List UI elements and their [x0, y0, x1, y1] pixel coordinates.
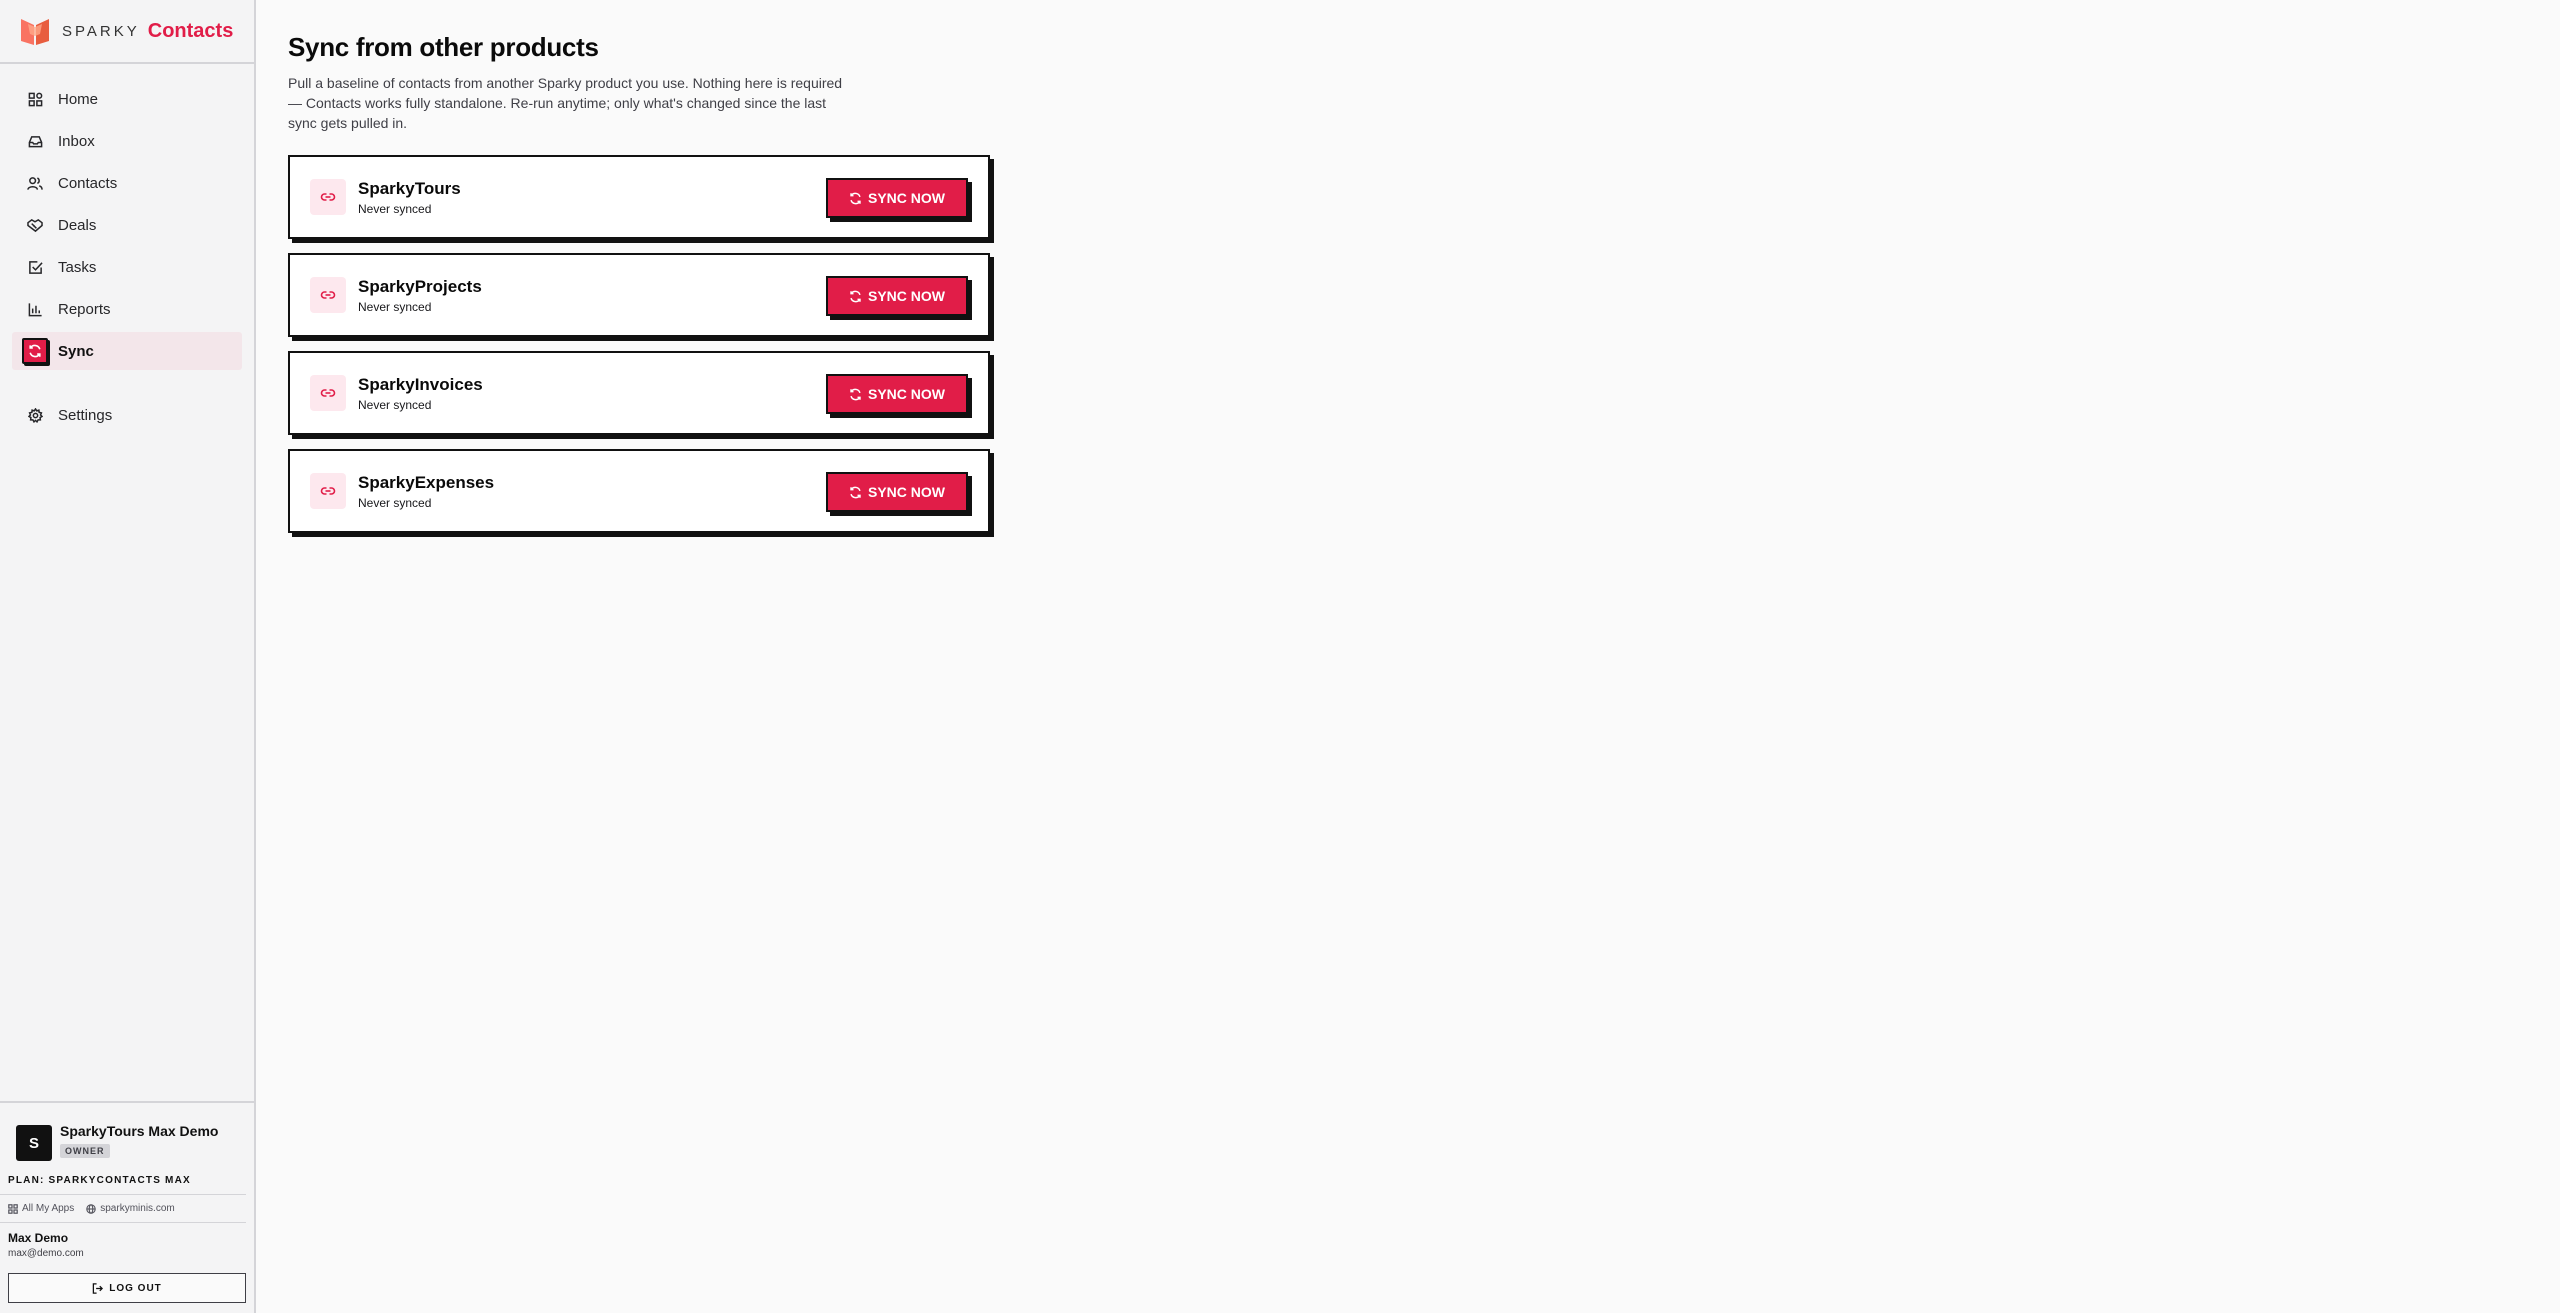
avatar: S — [16, 1125, 52, 1161]
sync-status: Never synced — [358, 495, 432, 510]
nav-label: Reports — [58, 300, 111, 318]
refresh-icon — [22, 338, 48, 364]
refresh-icon — [850, 388, 861, 400]
product-card-sparkyexpenses: SparkyExpenses Never synced SYNC NOW — [288, 449, 990, 533]
sync-now-button[interactable]: SYNC NOW — [826, 472, 968, 512]
org-name: SparkyTours Max Demo — [60, 1123, 219, 1139]
main-content: Sync from other products Pull a baseline… — [288, 32, 1008, 547]
refresh-icon — [850, 486, 861, 498]
nav-item-home[interactable]: Home — [12, 80, 242, 118]
org-switcher[interactable]: S SparkyTours Max Demo OWNER — [0, 1103, 254, 1169]
inbox-icon — [26, 132, 44, 150]
nav-item-inbox[interactable]: Inbox — [12, 122, 242, 160]
sync-now-label: SYNC NOW — [868, 288, 945, 304]
footer-links: All My Apps sparkyminis.com — [0, 1195, 246, 1223]
sync-now-button[interactable]: SYNC NOW — [826, 276, 968, 316]
nav-item-tasks[interactable]: Tasks — [12, 248, 242, 286]
site-link[interactable]: sparkyminis.com — [86, 1203, 175, 1214]
logout-icon — [92, 1282, 104, 1294]
logout-button[interactable]: LOG OUT — [8, 1273, 246, 1303]
product-name: SparkyExpenses — [358, 472, 495, 492]
nav-label: Deals — [58, 216, 97, 234]
main-nav: Home Inbox Contacts Deals Tasks Reports … — [12, 80, 242, 438]
role-badge: OWNER — [60, 1144, 110, 1158]
product-name: SparkyTours — [358, 178, 461, 198]
product-list: SparkyTours Never synced SYNC NOW Sparky… — [288, 155, 1008, 533]
user-info: Max Demo max@demo.com — [0, 1223, 254, 1265]
brand-header[interactable]: SPARKY Contacts — [0, 0, 254, 64]
bar-chart-icon — [26, 300, 44, 318]
product-card-sparkyprojects: SparkyProjects Never synced SYNC NOW — [288, 253, 990, 337]
nav-label: Inbox — [58, 132, 95, 150]
sidebar: SPARKY Contacts Home Inbox Contacts Deal… — [0, 0, 256, 1313]
gear-icon — [26, 406, 44, 424]
nav-item-contacts[interactable]: Contacts — [12, 164, 242, 202]
checkbox-icon — [26, 258, 44, 276]
link-icon — [310, 179, 346, 215]
sparky-logo-icon — [21, 19, 49, 45]
page-description: Pull a baseline of contacts from another… — [288, 75, 843, 131]
product-name: SparkyProjects — [358, 276, 482, 296]
globe-icon — [86, 1203, 96, 1214]
link-icon — [310, 473, 346, 509]
nav-item-sync[interactable]: Sync — [12, 332, 242, 370]
product-name: SparkyInvoices — [358, 374, 483, 394]
nav-label: Settings — [58, 406, 113, 424]
sync-now-label: SYNC NOW — [868, 484, 945, 500]
sync-now-button[interactable]: SYNC NOW — [826, 178, 968, 218]
link-icon — [310, 375, 346, 411]
all-apps-link[interactable]: All My Apps — [8, 1203, 74, 1214]
sync-status: Never synced — [358, 299, 432, 314]
brand-name: SPARKY — [62, 22, 140, 40]
logout-label: LOG OUT — [109, 1282, 162, 1294]
product-card-sparkyinvoices: SparkyInvoices Never synced SYNC NOW — [288, 351, 990, 435]
grid-icon — [8, 1203, 18, 1214]
nav-label: Contacts — [58, 174, 118, 192]
sync-status: Never synced — [358, 397, 432, 412]
nav-item-reports[interactable]: Reports — [12, 290, 242, 328]
app-name: Contacts — [147, 19, 234, 42]
nav-label: Home — [58, 90, 99, 108]
user-name: Max Demo — [8, 1231, 69, 1245]
nav-label: Tasks — [58, 258, 97, 276]
handshake-icon — [26, 216, 44, 234]
page-title: Sync from other products — [288, 32, 599, 62]
plan-label: PLAN: SPARKYCONTACTS MAX — [0, 1169, 246, 1195]
refresh-icon — [850, 192, 861, 204]
sync-now-label: SYNC NOW — [868, 190, 945, 206]
link-icon — [310, 277, 346, 313]
site-label: sparkyminis.com — [100, 1203, 175, 1214]
sync-status: Never synced — [358, 201, 432, 216]
refresh-icon — [850, 290, 861, 302]
account-panel: S SparkyTours Max Demo OWNER PLAN: SPARK… — [0, 1101, 254, 1313]
nav-label: Sync — [58, 342, 94, 360]
user-email: max@demo.com — [8, 1248, 84, 1259]
sync-now-label: SYNC NOW — [868, 386, 945, 402]
sync-now-button[interactable]: SYNC NOW — [826, 374, 968, 414]
nav-item-deals[interactable]: Deals — [12, 206, 242, 244]
home-grid-icon — [26, 90, 44, 108]
nav-item-settings[interactable]: Settings — [12, 396, 242, 434]
product-card-sparkytours: SparkyTours Never synced SYNC NOW — [288, 155, 990, 239]
all-apps-label: All My Apps — [22, 1203, 75, 1214]
users-icon — [26, 174, 44, 192]
